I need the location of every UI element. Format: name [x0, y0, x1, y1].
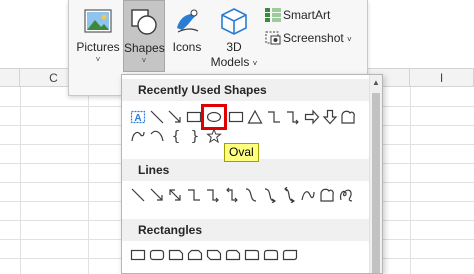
right-arrow-shape-icon[interactable] [304, 109, 320, 125]
snip-same-side-rectangle-shape-icon[interactable] [187, 247, 203, 263]
shapes-gallery-dropdown: Recently Used Shapes A {} Lines Rectang… [121, 74, 383, 274]
elbow-connector-shape-icon[interactable] [186, 187, 202, 203]
icons-button[interactable]: Icons [167, 0, 207, 72]
scrollbar-thumb[interactable] [372, 93, 380, 273]
3d-models-label-line2: Models ˅ [209, 55, 259, 71]
line-shape-icon[interactable] [130, 187, 146, 203]
round-diagonal-rectangle-shape-icon[interactable] [282, 247, 298, 263]
text-box-shape-icon[interactable]: A [130, 109, 146, 125]
snip-single-corner-rectangle-shape-icon[interactable] [168, 247, 184, 263]
section-lines-header: Lines [122, 159, 370, 181]
svg-text:A: A [134, 113, 141, 124]
curved-connector-shape-icon[interactable] [243, 187, 259, 203]
left-brace-shape-icon[interactable]: { [168, 128, 184, 144]
elbow-double-arrow-connector-shape-icon[interactable] [224, 187, 240, 203]
scribble-shape-icon[interactable] [338, 187, 354, 203]
chevron-down-icon: ˅ [347, 35, 352, 44]
pictures-button[interactable]: Pictures ˅ [75, 0, 121, 72]
shapes-label: Shapes [124, 41, 165, 55]
arrow-line-shape-icon[interactable] [149, 187, 165, 203]
section-rectangles-header: Rectangles [122, 219, 370, 241]
section-recently-used-header: Recently Used Shapes [122, 79, 370, 101]
column-header-c-label: C [49, 71, 58, 85]
triangle-shape-icon[interactable] [247, 109, 263, 125]
round-same-side-rectangle-shape-icon[interactable] [263, 247, 279, 263]
arc-shape-icon[interactable] [149, 128, 165, 144]
rectangle-shape-icon[interactable] [186, 109, 202, 125]
shapes-button[interactable]: Shapes ˅ [123, 0, 165, 72]
star-shape-icon[interactable] [206, 128, 222, 144]
down-arrow-shape-icon[interactable] [322, 109, 338, 125]
3d-models-icon [209, 0, 259, 40]
round-single-corner-rectangle-shape-icon[interactable] [244, 247, 260, 263]
grid-line [20, 87, 21, 274]
smartart-button[interactable]: SmartArt [265, 5, 345, 25]
arrow-line-shape-icon[interactable] [167, 109, 183, 125]
screenshot-button[interactable]: Screenshot ˅ [265, 28, 361, 48]
curve-shape-icon[interactable] [130, 128, 146, 144]
curve-shape-icon[interactable] [300, 187, 316, 203]
rounded-rectangle-shape-icon[interactable] [149, 247, 165, 263]
grid-line [88, 87, 89, 274]
column-header-h[interactable] [383, 69, 410, 87]
column-header-i[interactable]: I [410, 69, 474, 87]
shapes-icon [124, 1, 164, 41]
elbow-arrow-connector-shape-icon[interactable] [285, 109, 301, 125]
double-arrow-line-shape-icon[interactable] [167, 187, 183, 203]
curved-double-arrow-connector-shape-icon[interactable] [281, 187, 297, 203]
smartart-label: SmartArt [283, 8, 331, 22]
line-shape-icon[interactable] [149, 109, 165, 125]
freeform-shape-icon[interactable] [340, 109, 356, 125]
column-header-i-label: I [439, 71, 444, 85]
chevron-down-icon: ˅ [252, 59, 258, 68]
elbow-arrow-connector-shape-icon[interactable] [205, 187, 221, 203]
screenshot-label: Screenshot ˅ [283, 28, 352, 50]
svg-text:{: { [172, 129, 181, 144]
rectangle-shape-icon[interactable] [228, 109, 244, 125]
chevron-down-icon: ˅ [95, 55, 101, 64]
oval-tooltip: Oval [224, 143, 259, 162]
corner-cell[interactable] [0, 69, 20, 87]
3d-models-label-line1: 3D [226, 40, 242, 54]
svg-text:}: } [191, 129, 200, 144]
snip-diagonal-rectangle-shape-icon[interactable] [206, 247, 222, 263]
chevron-down-icon: ˅ [141, 56, 147, 65]
rectangle-shape-icon[interactable] [130, 247, 146, 263]
scroll-up-arrow-icon[interactable]: ▲ [370, 77, 382, 89]
selected-shape-highlight [201, 104, 227, 130]
grid-line [410, 87, 411, 274]
screenshot-icon [265, 31, 281, 45]
freeform-shape-icon[interactable] [319, 187, 335, 203]
pictures-icon [75, 0, 121, 40]
pictures-label: Pictures [76, 40, 120, 54]
curved-arrow-connector-shape-icon[interactable] [262, 187, 278, 203]
elbow-connector-shape-icon[interactable] [266, 109, 282, 125]
3d-models-button[interactable]: 3D Models ˅ [209, 0, 259, 72]
smartart-icon [265, 8, 281, 22]
3d-models-label: Models [210, 55, 250, 69]
gallery-scrollbar[interactable]: ▲ [369, 75, 382, 273]
icons-label: Icons [172, 40, 202, 54]
icons-icon [167, 0, 207, 40]
right-brace-shape-icon[interactable]: } [187, 128, 203, 144]
screenshot-label-text: Screenshot [283, 31, 344, 45]
snip-round-rectangle-shape-icon[interactable] [225, 247, 241, 263]
